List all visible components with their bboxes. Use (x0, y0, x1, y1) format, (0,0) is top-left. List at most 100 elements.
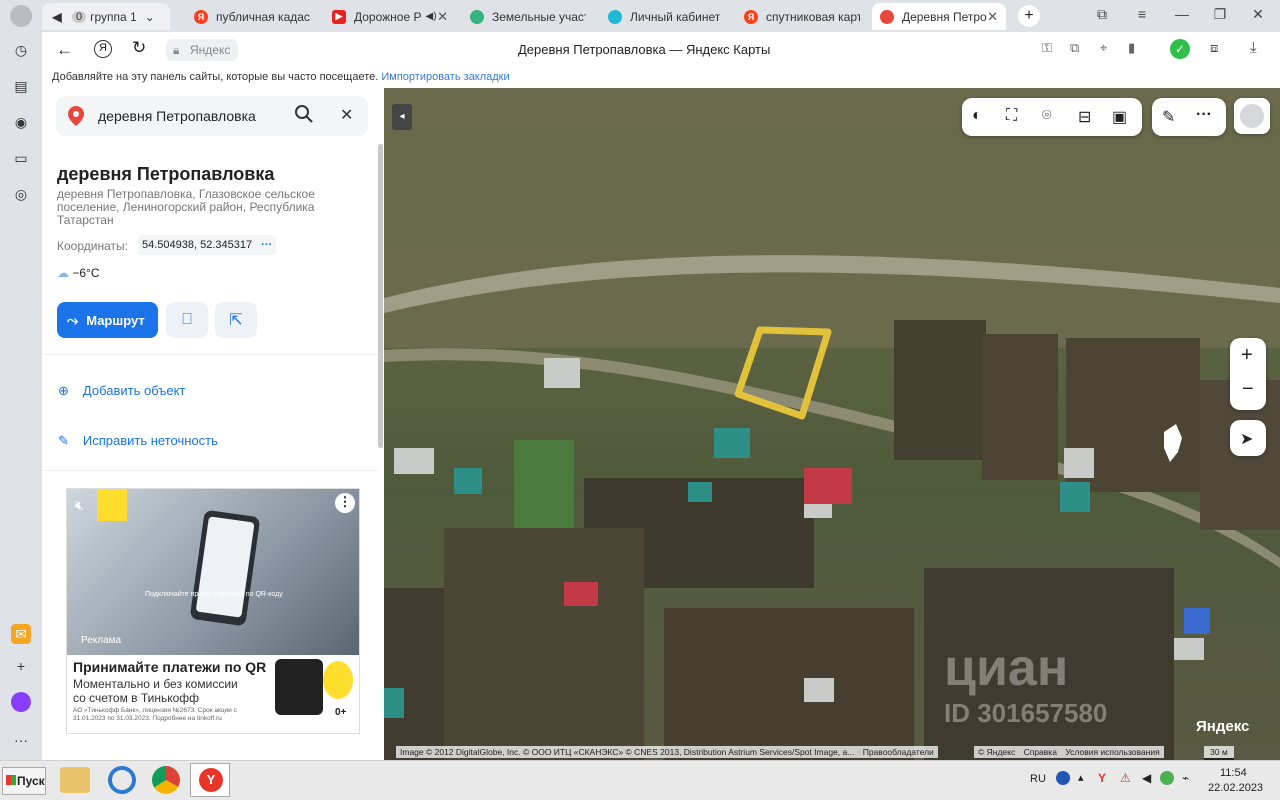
ad-banner[interactable]: 🔇︎ ⋮ Подключайте приём платежей по QR-ко… (66, 488, 360, 734)
ad-body: Моментально и без комиссии со счетом в Т… (73, 677, 238, 705)
extensions-icon[interactable]: ⧈ (1210, 40, 1218, 56)
add-object-link[interactable]: ⊕ Добавить объект (58, 383, 185, 399)
pos-terminal-image (275, 659, 323, 715)
zoom-in-button[interactable]: + (1241, 344, 1253, 367)
zoom-out-button[interactable]: − (1242, 378, 1254, 401)
new-tab-button[interactable]: + (1018, 5, 1040, 27)
coordinates-value[interactable]: 54.504938, 52.345317 ··· (138, 235, 277, 255)
tab-label: публичная кадаст (216, 9, 310, 24)
reload-icon[interactable]: ↻ (132, 38, 146, 58)
more-icon[interactable]: ··· (261, 239, 272, 251)
clear-search-icon[interactable]: ✕ (340, 105, 353, 125)
language-indicator[interactable]: RU (1030, 773, 1046, 785)
close-icon[interactable]: ✕ (987, 9, 998, 25)
route-button[interactable]: ⤳ Маршрут (57, 302, 158, 338)
tab-satellite[interactable]: Яспутниковая карт (736, 3, 868, 30)
fix-error-link[interactable]: ✎ Исправить неточность (58, 433, 218, 449)
collections-icon[interactable]: ▤ (11, 76, 31, 96)
rights-link[interactable]: Правообладатели (863, 747, 934, 757)
yandex-browser-taskbar-button[interactable]: Y (190, 763, 230, 797)
location-icon[interactable]: ⌖ (1100, 40, 1107, 56)
tray-extra-icon[interactable]: ⌁ (1182, 771, 1189, 785)
share-button[interactable]: ⇱ (215, 302, 257, 338)
menu-icon[interactable]: ≡ (1132, 6, 1152, 22)
key-icon[interactable]: ⚿ (1042, 40, 1052, 56)
add-icon[interactable]: + (11, 656, 31, 676)
yandex-tray-icon[interactable]: Y (1098, 771, 1106, 785)
clock-time[interactable]: 11:54 (1220, 767, 1247, 779)
ad-label: Реклама (81, 635, 122, 646)
ad-legal: АО «Тинькофф Банк», лицензия №2673. Срок… (73, 707, 237, 722)
protect-check-icon[interactable]: ✓ (1170, 39, 1190, 59)
minimize-icon[interactable]: — (1172, 6, 1192, 22)
user-avatar[interactable] (1234, 98, 1270, 134)
photo-icon[interactable]: ⌾ (1042, 107, 1052, 125)
tab-active[interactable]: Деревня Петро ✕ (872, 3, 1006, 30)
cloud-icon: ☁ (57, 266, 69, 280)
tab-cabinet[interactable]: Личный кабинет - (600, 3, 732, 30)
antivirus-tray-icon[interactable] (1160, 771, 1174, 785)
mail-icon[interactable]: ✉ (11, 624, 31, 644)
more-icon[interactable]: ··· (1196, 106, 1212, 124)
chrome-icon[interactable] (152, 766, 180, 794)
search-icon[interactable] (294, 104, 314, 127)
volume-tray-icon[interactable]: ◀ (1142, 771, 1151, 785)
close-window-icon[interactable]: ✕ (1248, 6, 1268, 23)
import-bookmarks-link[interactable]: Импортировать закладки (381, 71, 509, 83)
navigation-arrow-icon: ➤ (1240, 431, 1254, 448)
history-icon[interactable]: ◷ (11, 40, 31, 60)
place-address: деревня Петропавловка, Глазовское сельск… (57, 187, 315, 227)
panorama-icon[interactable]: ⛶ (1006, 107, 1017, 125)
tab-group[interactable]: ◀ 0 группа 1 ⌄ (42, 3, 170, 30)
bookmarks-icon[interactable]: ⧉ (1092, 6, 1112, 23)
copyright-text: Image © 2012 DigitalGlobe, Inc. © ООО ИТ… (400, 747, 855, 757)
search-box[interactable]: деревня Петропавловка ✕ (56, 96, 368, 136)
fix-error-label: Исправить неточность (82, 433, 218, 448)
yandex-home-icon[interactable]: Я (94, 40, 112, 58)
internet-explorer-icon[interactable] (108, 766, 136, 794)
tray-chevron-icon[interactable]: ▴ (1078, 771, 1084, 784)
traffic-icon[interactable]: ▣ (1112, 107, 1127, 127)
alice-icon[interactable]: ◉ (11, 112, 31, 132)
bookmark-icon: ⎕ (182, 311, 192, 328)
download-icon[interactable]: ⤓ (1250, 39, 1257, 56)
bookmark-icon[interactable]: ▮ (1128, 40, 1135, 56)
mute-icon[interactable]: 🔇︎ (75, 497, 84, 514)
tab-land[interactable]: Земельные участ (462, 3, 594, 30)
restore-icon[interactable]: ❐ (1210, 6, 1230, 23)
notes-icon[interactable]: ▭ (11, 148, 31, 168)
geolocation-button[interactable]: ➤ (1230, 420, 1266, 456)
chevron-down-icon[interactable]: ⌄ (145, 10, 155, 24)
layers-icon[interactable]: ◐ (972, 107, 982, 125)
terms-link[interactable]: Условия использования (1065, 747, 1159, 757)
more-icon[interactable]: ··· (11, 730, 31, 750)
close-icon[interactable]: ✕ (437, 9, 448, 25)
network-error-icon[interactable]: ⚠ (1120, 771, 1131, 785)
tab-label: Личный кабинет - (630, 9, 724, 24)
tab-road[interactable]: ▶ Дорожное Р ◀) ✕ (324, 3, 456, 30)
help-tray-icon[interactable] (1056, 771, 1070, 785)
start-button[interactable]: Пуск (2, 767, 46, 795)
collapse-panel-button[interactable]: ◂ (392, 104, 412, 130)
profile-avatar-icon[interactable] (10, 5, 32, 27)
satellite-map[interactable]: ◂ ◐ ⛶ ⌾ ⊟ ▣ ✎ ··· + − ➤ циан ID 30165758… (384, 88, 1280, 760)
screenshot-icon[interactable]: ◎ (11, 184, 31, 204)
clock-date[interactable]: 22.02.2023 (1208, 782, 1263, 794)
ruler-icon[interactable]: ✎ (1162, 107, 1175, 127)
bus-icon[interactable]: ⊟ (1078, 107, 1091, 127)
user-icon (1240, 104, 1264, 128)
scrollbar[interactable] (378, 144, 383, 448)
alice-assistant-icon[interactable] (11, 692, 31, 712)
bookmarks-hint: Добавляйте на эту панель сайты, которые … (52, 71, 379, 83)
back-icon[interactable]: ← (56, 40, 73, 60)
file-explorer-icon[interactable] (60, 767, 90, 793)
bookmark-button[interactable]: ⎕ (166, 302, 208, 338)
tab-cadastre[interactable]: Япубличная кадаст (186, 3, 318, 30)
ad-menu-icon[interactable]: ⋮ (335, 493, 355, 513)
coordinates-text: 54.504938, 52.345317 (142, 239, 253, 251)
url-host[interactable]: 🔒︎ Яндекс (166, 39, 239, 61)
translate-icon[interactable]: ⧉ (1070, 40, 1079, 56)
site-icon (470, 9, 484, 24)
search-input[interactable]: деревня Петропавловка (98, 108, 256, 124)
help-link[interactable]: Справка (1024, 747, 1057, 757)
